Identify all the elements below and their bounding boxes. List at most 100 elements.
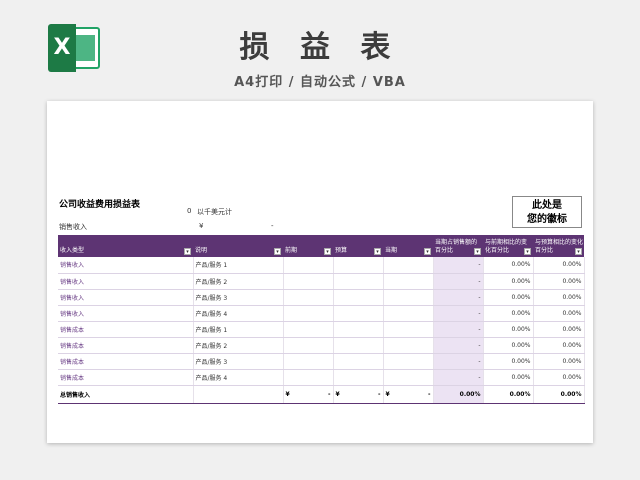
column-header-label: 预算 (335, 247, 348, 254)
income-type-cell[interactable]: 销售成本 (58, 321, 194, 338)
total-amount-value: - (428, 390, 431, 398)
current-period-cell[interactable] (383, 321, 434, 338)
current-period-cell[interactable] (383, 353, 434, 370)
pct-change-budget-cell: 0.00% (533, 321, 585, 338)
description-cell[interactable]: 产品/服务 4 (193, 369, 284, 386)
total-amount-value: - (378, 390, 381, 398)
description-cell[interactable]: 产品/服务 2 (193, 273, 284, 290)
table-row: 销售收入 产品/服务 2-0.00% 0.00% (58, 273, 585, 290)
total-pct-change-budget-cell: 0.00% (533, 384, 585, 404)
filter-dropdown-icon[interactable]: ▾ (474, 248, 481, 255)
budget-cell[interactable] (333, 273, 384, 290)
budget-cell[interactable] (333, 337, 384, 354)
budget-cell[interactable] (333, 369, 384, 386)
current-period-cell[interactable] (383, 305, 434, 322)
column-header: 当期 ▾ (383, 235, 433, 257)
filter-dropdown-icon[interactable]: ▾ (324, 248, 331, 255)
description-cell[interactable]: 产品/服务 1 (193, 321, 284, 338)
filter-dropdown-icon[interactable]: ▾ (184, 248, 191, 255)
filter-dropdown-icon[interactable]: ▾ (424, 248, 431, 255)
pct-change-budget-cell: 0.00% (533, 305, 585, 322)
pct-change-prior-cell: 0.00% (483, 289, 534, 306)
income-type-cell[interactable]: 销售收入 (58, 305, 194, 322)
logo-placeholder[interactable]: 此处是 您的徽标 (512, 196, 582, 228)
table-row: 销售成本 产品/服务 4-0.00% 0.00% (58, 369, 585, 386)
prior-period-cell[interactable] (283, 273, 334, 290)
income-type-cell[interactable]: 销售收入 (58, 289, 194, 306)
total-pct-change-prior-cell: 0.00% (483, 384, 534, 404)
current-period-cell[interactable] (383, 257, 434, 274)
table-header-row: 收入类型 ▾ 说明 ▾ 前期 ▾ 预算 ▾ 当期 ▾ 当期占销售额的百分比 ▾ 与前期相比的变化百分比 ▾… (58, 235, 584, 257)
income-type-cell[interactable]: 销售成本 (58, 337, 194, 354)
filter-dropdown-icon[interactable]: ▾ (374, 248, 381, 255)
income-type-cell[interactable]: 销售收入 (58, 257, 194, 274)
column-header: 与预算相比的变化百分比 ▾ (533, 235, 584, 257)
currency-symbol: ¥ (285, 390, 290, 398)
budget-cell[interactable] (333, 289, 384, 306)
description-cell[interactable]: 产品/服务 4 (193, 305, 284, 322)
description-cell[interactable]: 产品/服务 3 (193, 289, 284, 306)
pct-of-sales-cell: - (433, 289, 484, 306)
prior-period-cell[interactable] (283, 257, 334, 274)
pct-of-sales-cell: - (433, 321, 484, 338)
pct-of-sales-cell: - (433, 353, 484, 370)
description-cell[interactable]: 产品/服务 1 (193, 257, 284, 274)
currency-symbol: ¥ (385, 390, 390, 398)
pct-of-sales-cell: - (433, 305, 484, 322)
total-desc-cell (193, 384, 284, 404)
filter-dropdown-icon[interactable]: ▾ (575, 248, 582, 255)
description-cell[interactable]: 产品/服务 3 (193, 353, 284, 370)
budget-cell[interactable] (333, 321, 384, 338)
prior-period-cell[interactable] (283, 337, 334, 354)
unit-zero: 0 (187, 207, 192, 215)
prior-period-cell[interactable] (283, 305, 334, 322)
current-period-cell[interactable] (383, 369, 434, 386)
income-type-cell[interactable]: 销售成本 (58, 353, 194, 370)
current-period-cell[interactable] (383, 273, 434, 290)
total-amount-cell: ¥ - (333, 384, 384, 404)
revenue-label: 销售收入 (59, 223, 87, 231)
total-amount-cell: ¥ - (383, 384, 434, 404)
prior-period-cell[interactable] (283, 353, 334, 370)
income-type-cell[interactable]: 销售收入 (58, 273, 194, 290)
current-period-cell[interactable] (383, 337, 434, 354)
pct-of-sales-cell: - (433, 273, 484, 290)
column-header-label: 收入类型 (60, 247, 85, 254)
budget-cell[interactable] (333, 305, 384, 322)
pct-change-budget-cell: 0.00% (533, 257, 585, 274)
spreadsheet-preview: 公司收益费用损益表 0 以千美元计 销售收入 ¥ - 此处是 您的徽标 收入类型… (47, 101, 593, 443)
column-header: 预算 ▾ (333, 235, 383, 257)
total-row: 总销售收入 ¥ - ¥ - ¥ -0.00% 0.00% 0.00% (58, 384, 585, 404)
pct-change-prior-cell: 0.00% (483, 353, 534, 370)
pct-change-prior-cell: 0.00% (483, 321, 534, 338)
pct-change-prior-cell: 0.00% (483, 273, 534, 290)
income-type-cell[interactable]: 销售成本 (58, 369, 194, 386)
current-period-cell[interactable] (383, 289, 434, 306)
table-body: 销售收入 产品/服务 1-0.00% 0.00% 销售收入 产品/服务 2-0.00% 0… (58, 257, 585, 404)
column-header-label: 当期占销售额的百分比 (435, 239, 478, 254)
prior-period-cell[interactable] (283, 289, 334, 306)
prior-period-cell[interactable] (283, 369, 334, 386)
report-title: 公司收益费用损益表 (59, 200, 141, 210)
column-header: 前期 ▾ (283, 235, 333, 257)
revenue-currency: ¥ (199, 222, 204, 230)
page-title: 损 益 表 (239, 30, 401, 65)
pct-change-prior-cell: 0.00% (483, 257, 534, 274)
pct-change-prior-cell: 0.00% (483, 305, 534, 322)
column-header: 说明 ▾ (193, 235, 283, 257)
budget-cell[interactable] (333, 257, 384, 274)
pct-change-budget-cell: 0.00% (533, 273, 585, 290)
table-row: 销售收入 产品/服务 4-0.00% 0.00% (58, 305, 585, 322)
description-cell[interactable]: 产品/服务 2 (193, 337, 284, 354)
filter-dropdown-icon[interactable]: ▾ (524, 248, 531, 255)
column-header: 当期占销售额的百分比 ▾ (433, 235, 483, 257)
prior-period-cell[interactable] (283, 321, 334, 338)
budget-cell[interactable] (333, 353, 384, 370)
unit-label: 以千美元计 (197, 208, 232, 216)
filter-dropdown-icon[interactable]: ▾ (274, 248, 281, 255)
page-subtitle: A4打印 / 自动公式 / VBA (234, 75, 406, 90)
table-row: 销售成本 产品/服务 1-0.00% 0.00% (58, 321, 585, 338)
pct-of-sales-cell: - (433, 337, 484, 354)
revenue-value: - (271, 222, 274, 230)
pct-change-budget-cell: 0.00% (533, 369, 585, 386)
